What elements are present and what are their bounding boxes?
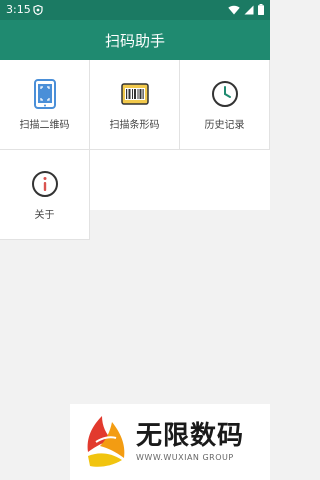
menu-item-label: 历史记录: [204, 120, 245, 131]
menu-item-scan-barcode[interactable]: 扫描条形码: [90, 60, 180, 150]
app-bar: 扫码助手: [0, 20, 270, 60]
watermark-title: 无限数码: [136, 421, 245, 452]
status-icons: [228, 4, 264, 15]
barcode-icon: [120, 80, 149, 108]
menu-item-label: 关于: [34, 210, 55, 221]
cellular-icon: [244, 5, 254, 14]
watermark: 无限数码 WWW.WUXIAN GROUP: [70, 404, 270, 480]
wuxian-logo-icon: [87, 416, 125, 467]
battery-icon: [258, 4, 264, 15]
status-bar: 3:15: [0, 0, 270, 20]
app-title: 扫码助手: [104, 31, 165, 50]
shield-icon: [33, 5, 43, 15]
menu-item-label: 扫描二维码: [19, 120, 70, 131]
menu-item-scan-qr[interactable]: 扫描二维码: [0, 60, 90, 150]
grid-empty-area: [90, 210, 270, 300]
menu-grid: 扫描二维码 扫描条形码 历史记录 关于: [0, 60, 270, 300]
status-time: 3:15: [6, 3, 31, 16]
watermark-subtitle: WWW.WUXIAN GROUP: [136, 452, 234, 462]
menu-item-label: 扫描条形码: [109, 120, 160, 131]
info-icon: [31, 170, 59, 198]
phone-qr-scan-icon: [31, 79, 59, 109]
clock-icon: [211, 80, 239, 108]
menu-item-history[interactable]: 历史记录: [180, 60, 270, 150]
menu-item-about[interactable]: 关于: [0, 150, 90, 240]
wifi-icon: [228, 5, 240, 14]
